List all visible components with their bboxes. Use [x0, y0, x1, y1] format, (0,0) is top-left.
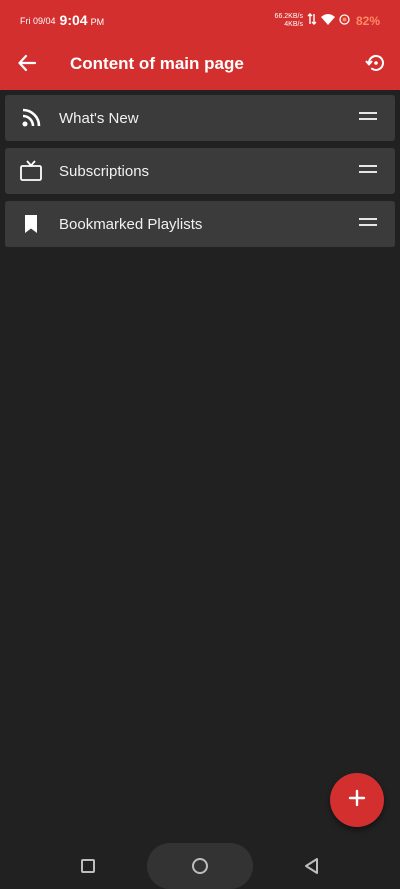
drag-handle-icon[interactable] [359, 112, 377, 124]
restore-icon [364, 52, 386, 79]
drag-handle-icon[interactable] [359, 218, 377, 230]
back-button[interactable] [14, 52, 40, 78]
home-button[interactable] [192, 858, 208, 874]
status-date: Fri 09/04 [20, 16, 56, 26]
network-speed-down: 4KB/s [284, 21, 303, 28]
nav-back-button[interactable] [303, 857, 321, 880]
arrow-back-icon [18, 54, 37, 77]
bookmark-icon [19, 212, 43, 236]
list-item-label: Bookmarked Playlists [59, 215, 203, 233]
add-icon [348, 789, 366, 812]
data-transfer-icon [307, 12, 317, 30]
tv-icon [19, 159, 43, 183]
drag-handle-icon[interactable] [359, 165, 377, 177]
reset-button[interactable] [362, 52, 388, 78]
wifi-icon [320, 12, 335, 30]
status-time: 9:04 [59, 12, 88, 28]
list-item-label: Subscriptions [59, 162, 150, 180]
list-item-label: What's New [59, 109, 139, 127]
rss-feed-icon [19, 106, 43, 130]
main-page-content-list: What's New Subscriptions Bookmarked Play… [5, 95, 395, 254]
status-bar: Fri 09/04 9:04 PM 66.2KB/s 4KB/s 82% [0, 0, 400, 40]
battery-level: 82% [355, 14, 380, 28]
list-item-bookmarked-playlists[interactable]: Bookmarked Playlists [5, 201, 395, 247]
app-bar: Content of main page [0, 40, 400, 90]
list-item-subscriptions[interactable]: Subscriptions [5, 148, 395, 194]
network-speed-up: 66.2KB/s [274, 13, 303, 20]
page-title: Content of main page [70, 54, 244, 73]
system-nav-bar [0, 840, 400, 889]
recent-apps-button[interactable] [81, 859, 95, 873]
status-right: 66.2KB/s 4KB/s 82% [275, 12, 380, 30]
add-button[interactable] [330, 773, 384, 827]
network-speed: 66.2KB/s 4KB/s [275, 13, 303, 29]
status-ampm: PM [90, 16, 105, 27]
list-item-whats-new[interactable]: What's New [5, 95, 395, 141]
battery-saver-icon [339, 12, 350, 30]
